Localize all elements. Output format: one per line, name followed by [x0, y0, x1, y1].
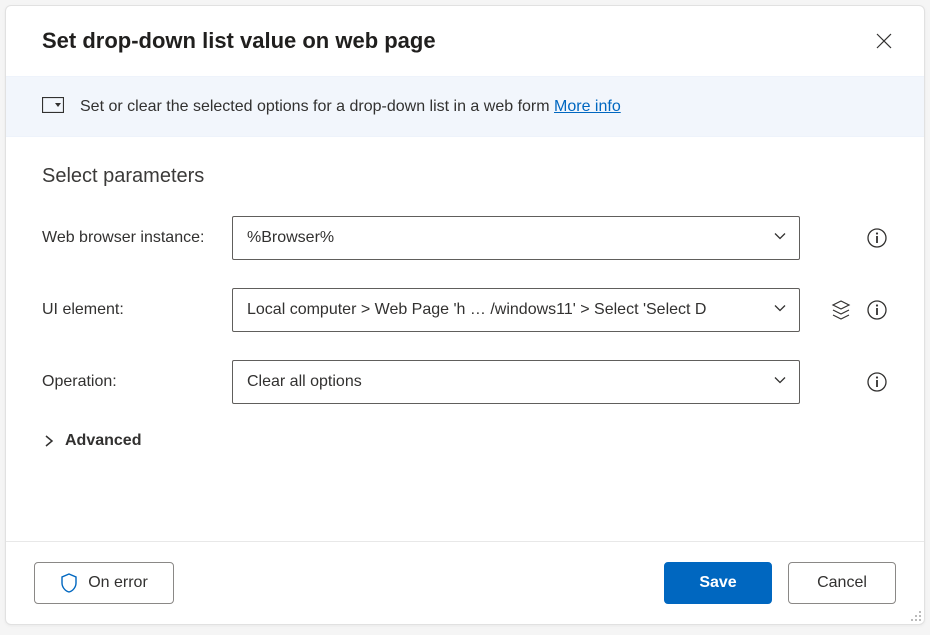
- browser-value: %Browser%: [247, 229, 334, 247]
- dialog-content: Select parameters Web browser instance: …: [6, 137, 924, 541]
- param-row-operation: Operation: Clear all options: [42, 360, 888, 404]
- browser-control: %Browser%: [232, 216, 800, 260]
- on-error-label: On error: [88, 574, 148, 592]
- dialog-header: Set drop-down list value on web page: [6, 6, 924, 76]
- chevron-right-icon: [43, 435, 55, 447]
- dialog: Set drop-down list value on web page Set…: [5, 5, 925, 625]
- uielement-label: UI element:: [42, 301, 232, 319]
- operation-control: Clear all options: [232, 360, 800, 404]
- uielement-value: Local computer > Web Page 'h … /windows1…: [247, 301, 706, 319]
- close-button[interactable]: [872, 29, 896, 53]
- chevron-down-icon: [773, 229, 787, 248]
- uielement-picker-button[interactable]: [830, 299, 852, 321]
- info-icon: [867, 228, 887, 248]
- cancel-button[interactable]: Cancel: [788, 562, 896, 604]
- browser-label: Web browser instance:: [42, 229, 232, 247]
- browser-dropdown[interactable]: %Browser%: [232, 216, 800, 260]
- param-row-browser: Web browser instance: %Browser%: [42, 216, 888, 260]
- advanced-toggle[interactable]: Advanced: [43, 432, 888, 450]
- uielement-control: Local computer > Web Page 'h … /windows1…: [232, 288, 800, 332]
- chevron-down-icon: [773, 301, 787, 320]
- info-banner: Set or clear the selected options for a …: [6, 76, 924, 137]
- banner-description: Set or clear the selected options for a …: [80, 98, 554, 115]
- dialog-title: Set drop-down list value on web page: [42, 28, 436, 54]
- info-icon: [867, 372, 887, 392]
- dropdown-action-icon: [42, 97, 64, 116]
- banner-text: Set or clear the selected options for a …: [80, 98, 621, 116]
- shield-icon: [60, 573, 78, 593]
- dialog-footer: On error Save Cancel: [6, 541, 924, 624]
- on-error-button[interactable]: On error: [34, 562, 174, 604]
- cancel-label: Cancel: [817, 574, 867, 592]
- close-icon: [876, 33, 892, 49]
- operation-label: Operation:: [42, 373, 232, 391]
- save-label: Save: [699, 574, 736, 592]
- resize-grip-icon[interactable]: [908, 608, 922, 622]
- footer-right: Save Cancel: [664, 562, 896, 604]
- operation-info-button[interactable]: [866, 371, 888, 393]
- uielement-dropdown[interactable]: Local computer > Web Page 'h … /windows1…: [232, 288, 800, 332]
- operation-dropdown[interactable]: Clear all options: [232, 360, 800, 404]
- section-title: Select parameters: [42, 165, 888, 188]
- uielement-info-button[interactable]: [866, 299, 888, 321]
- layers-icon: [831, 300, 851, 320]
- info-icon: [867, 300, 887, 320]
- operation-value: Clear all options: [247, 373, 362, 391]
- more-info-link[interactable]: More info: [554, 98, 621, 115]
- browser-info-button[interactable]: [866, 227, 888, 249]
- param-row-uielement: UI element: Local computer > Web Page 'h…: [42, 288, 888, 332]
- chevron-down-icon: [773, 373, 787, 392]
- save-button[interactable]: Save: [664, 562, 772, 604]
- advanced-label: Advanced: [65, 432, 141, 450]
